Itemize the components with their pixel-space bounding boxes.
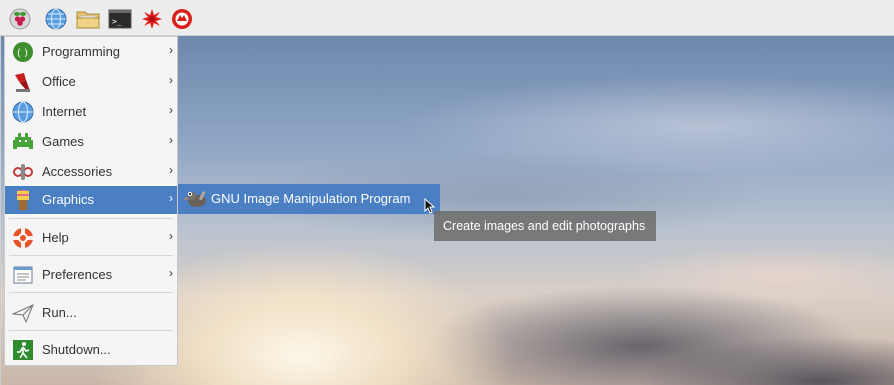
accessories-icon: [11, 160, 35, 184]
shutdown-icon: [11, 338, 35, 362]
menu-item-run[interactable]: Run...: [5, 299, 177, 327]
submenu-arrow-icon: ›: [169, 73, 173, 87]
menu-separator: [9, 255, 173, 256]
menu-item-label: Run...: [42, 305, 77, 320]
menu-item-graphics[interactable]: Graphics ›: [5, 186, 177, 214]
menu-item-accessories[interactable]: Accessories ›: [5, 158, 177, 186]
menu-item-preferences[interactable]: Preferences ›: [5, 261, 177, 289]
submenu-arrow-icon: ›: [169, 133, 173, 147]
preferences-icon: [11, 263, 35, 287]
menu-item-label: Accessories: [42, 164, 113, 179]
menu-item-label: Preferences: [42, 267, 113, 282]
svg-text:( ): ( ): [17, 48, 28, 59]
graphics-submenu: GNU Image Manipulation Program: [178, 184, 440, 214]
web-browser-icon[interactable]: [44, 7, 68, 31]
submenu-arrow-icon: ›: [169, 229, 173, 243]
menu-item-office[interactable]: Office ›: [5, 68, 177, 96]
menu-item-label: Programming: [42, 44, 121, 59]
menu-item-label: Help: [42, 230, 69, 245]
internet-icon: [11, 100, 35, 124]
run-icon: [11, 301, 35, 325]
submenu-arrow-icon: ›: [169, 266, 173, 280]
menu-separator: [9, 330, 173, 331]
raspberry-menu-icon[interactable]: [8, 7, 32, 31]
gimp-icon: [184, 188, 208, 210]
mathematica-icon[interactable]: [140, 7, 164, 31]
menu-item-programming[interactable]: ( ) Programming ›: [5, 38, 177, 66]
screen: >_ ( ) Programming › Office › Internet ›…: [0, 0, 894, 385]
menu-separator: [9, 218, 173, 219]
help-icon: [11, 226, 35, 250]
menu-item-label: Internet: [42, 104, 87, 119]
terminal-icon[interactable]: >_: [108, 7, 132, 31]
svg-text:>_: >_: [112, 17, 122, 26]
file-manager-icon[interactable]: [76, 7, 100, 31]
menu-separator: [9, 292, 173, 293]
submenu-item-gimp[interactable]: GNU Image Manipulation Program: [178, 184, 440, 214]
submenu-arrow-icon: ›: [169, 103, 173, 117]
submenu-arrow-icon: ›: [169, 43, 173, 57]
menu-item-shutdown[interactable]: Shutdown...: [5, 336, 177, 364]
submenu-item-label: GNU Image Manipulation Program: [211, 191, 411, 206]
menu-item-label: Office: [42, 74, 76, 89]
menu-item-label: Games: [42, 134, 84, 149]
taskbar: >_: [0, 0, 894, 36]
submenu-arrow-icon: ›: [169, 163, 173, 177]
application-menu: ( ) Programming › Office › Internet › Ga…: [4, 36, 178, 366]
menu-item-internet[interactable]: Internet ›: [5, 98, 177, 126]
games-icon: [11, 130, 35, 154]
menu-item-help[interactable]: Help ›: [5, 224, 177, 252]
office-icon: [11, 70, 35, 94]
menu-item-games[interactable]: Games ›: [5, 128, 177, 156]
menu-item-label: Graphics: [42, 192, 95, 207]
graphics-icon: [11, 188, 35, 212]
menu-item-label: Shutdown...: [42, 342, 111, 357]
submenu-arrow-icon: ›: [169, 191, 173, 205]
programming-icon: ( ): [11, 40, 35, 64]
tooltip: Create images and edit photographs: [434, 211, 656, 241]
wolfram-icon[interactable]: [170, 7, 194, 31]
